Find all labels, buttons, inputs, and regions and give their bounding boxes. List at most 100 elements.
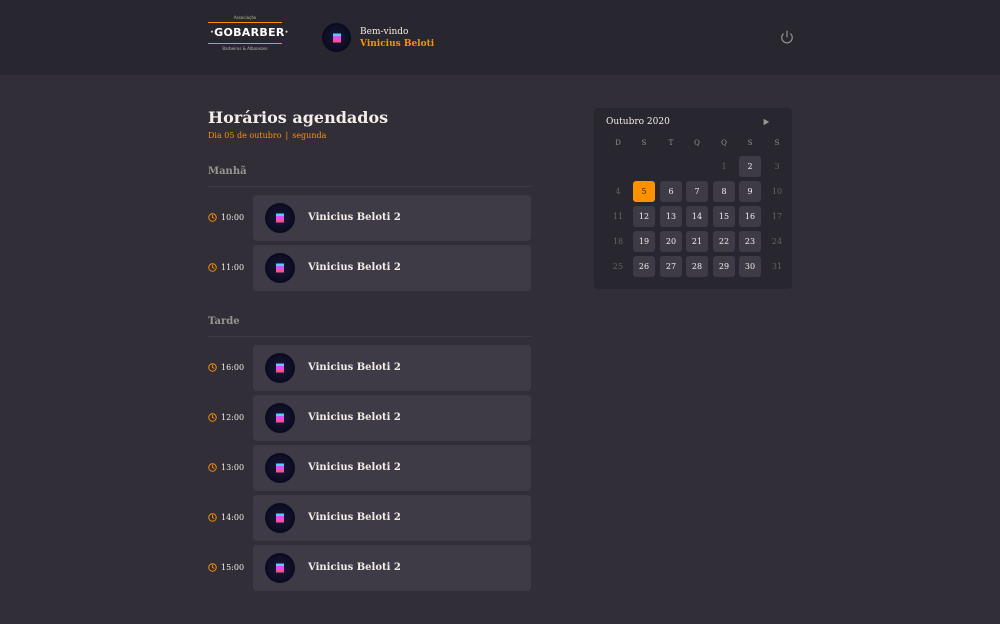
calendar-day[interactable]: 9 [739, 181, 761, 202]
appointment-time: 15:00 [208, 563, 244, 572]
calendar-day[interactable]: 5 [633, 181, 655, 202]
appointment-card[interactable]: Vinicius Beloti 2 [253, 245, 531, 291]
appointment-card[interactable]: Vinicius Beloti 2 [253, 495, 531, 541]
calendar-day: 4 [615, 187, 621, 196]
logo-line [208, 22, 282, 23]
logo-top-text: Associação [233, 15, 257, 20]
logo-name: GOBARBER [214, 26, 285, 39]
date-separator: | [285, 131, 289, 140]
appointment-time: 14:00 [208, 513, 244, 522]
calendar-day: 11 [612, 212, 624, 221]
appointment-time-text: 16:00 [221, 363, 245, 372]
calendar-day[interactable]: 19 [633, 231, 655, 252]
calendar-day[interactable]: 26 [633, 256, 655, 277]
gobarber-logo: Associação • GOBARBER • Barbeiros & Alba… [208, 14, 289, 62]
client-name: Vinicius Beloti 2 [308, 212, 401, 223]
calendar-day: 18 [612, 237, 624, 246]
appointment-card[interactable]: Vinicius Beloti 2 [253, 445, 531, 491]
calendar-day[interactable]: 7 [686, 181, 708, 202]
section-morning-title: Manhã [208, 166, 247, 177]
calendar-day[interactable]: 13 [660, 206, 682, 227]
appointment-time: 12:00 [208, 413, 244, 422]
client-avatar [265, 403, 295, 433]
power-icon[interactable] [780, 30, 794, 44]
calendar-day: 17 [771, 212, 783, 221]
weekday-label: S [747, 139, 753, 147]
weekday-label: S [774, 139, 780, 147]
appointment-time-text: 14:00 [221, 513, 245, 522]
appointment-time: 13:00 [208, 463, 244, 472]
app-header: Associação • GOBARBER • Barbeiros & Alba… [0, 0, 1000, 75]
client-avatar [265, 203, 295, 233]
calendar-day[interactable]: 27 [660, 256, 682, 277]
appointment-time-text: 13:00 [221, 463, 245, 472]
client-name: Vinicius Beloti 2 [308, 412, 401, 423]
calendar-day[interactable]: 14 [686, 206, 708, 227]
calendar-day[interactable]: 6 [660, 181, 682, 202]
calendar-day[interactable]: 21 [686, 231, 708, 252]
chevron-right-icon[interactable] [762, 118, 770, 126]
appointment-card[interactable]: Vinicius Beloti 2 [253, 345, 531, 391]
weekday-text: segunda [292, 131, 327, 140]
appointment-card[interactable]: Vinicius Beloti 2 [253, 395, 531, 441]
client-name: Vinicius Beloti 2 [308, 262, 401, 273]
logo-bottom-text: Barbeiros & Albanezes [222, 46, 268, 51]
logo-dot-icon: • [284, 29, 289, 36]
calendar: Outubro 2020 D S T Q Q S S 1 2 3 4 5 6 7 8 9 10 11 12 13 14 1… [594, 108, 792, 289]
clock-icon [208, 513, 217, 522]
appointment-time-text: 11:00 [221, 263, 245, 272]
calendar-day[interactable]: 16 [739, 206, 761, 227]
client-avatar [265, 553, 295, 583]
calendar-day[interactable]: 15 [713, 206, 735, 227]
page-title: Horários agendados [208, 108, 389, 127]
date-subtitle: Dia 05 de outubro | segunda [208, 131, 326, 140]
appointment-card[interactable]: Vinicius Beloti 2 [253, 545, 531, 591]
clock-icon [208, 563, 217, 572]
client-name: Vinicius Beloti 2 [308, 512, 401, 523]
clock-icon [208, 213, 217, 222]
client-avatar [265, 353, 295, 383]
calendar-day[interactable]: 28 [686, 256, 708, 277]
appointment-card[interactable]: Vinicius Beloti 2 [253, 195, 531, 241]
section-afternoon-title: Tarde [208, 316, 240, 327]
appointment-time: 16:00 [208, 363, 244, 372]
appointment-time-text: 10:00 [221, 213, 245, 222]
calendar-day[interactable]: 12 [633, 206, 655, 227]
profile-link[interactable]: Vinicius Beloti [360, 39, 434, 49]
calendar-day[interactable]: 29 [713, 256, 735, 277]
client-name: Vinicius Beloti 2 [308, 462, 401, 473]
client-avatar [265, 503, 295, 533]
calendar-day: 3 [774, 162, 780, 171]
calendar-day[interactable]: 30 [739, 256, 761, 277]
appointment-time-text: 12:00 [221, 413, 245, 422]
calendar-day: 31 [771, 262, 783, 271]
clock-icon [208, 413, 217, 422]
logo-line [208, 43, 282, 44]
weekday-label: Q [694, 139, 700, 147]
calendar-day[interactable]: 8 [713, 181, 735, 202]
clock-icon [208, 463, 217, 472]
welcome-text: Bem-vindo [360, 27, 409, 37]
calendar-day: 10 [771, 187, 783, 196]
client-avatar [265, 453, 295, 483]
appointment-time: 11:00 [208, 263, 244, 272]
appointment-time-text: 15:00 [221, 563, 245, 572]
calendar-day[interactable]: 2 [739, 156, 761, 177]
date-text: Dia 05 de outubro [208, 131, 282, 140]
clock-icon [208, 263, 217, 272]
client-name: Vinicius Beloti 2 [308, 362, 401, 373]
appointment-time: 10:00 [208, 213, 244, 222]
weekday-label: S [641, 139, 647, 147]
calendar-day[interactable]: 23 [739, 231, 761, 252]
calendar-day[interactable]: 22 [713, 231, 735, 252]
user-avatar[interactable] [322, 23, 351, 52]
weekday-label: D [615, 139, 621, 147]
calendar-day[interactable]: 20 [660, 231, 682, 252]
section-divider [208, 186, 531, 187]
section-divider [208, 336, 531, 337]
calendar-month: Outubro 2020 [606, 117, 670, 127]
client-avatar [265, 253, 295, 283]
client-name: Vinicius Beloti 2 [308, 562, 401, 573]
calendar-day: 1 [721, 162, 727, 171]
clock-icon [208, 363, 217, 372]
